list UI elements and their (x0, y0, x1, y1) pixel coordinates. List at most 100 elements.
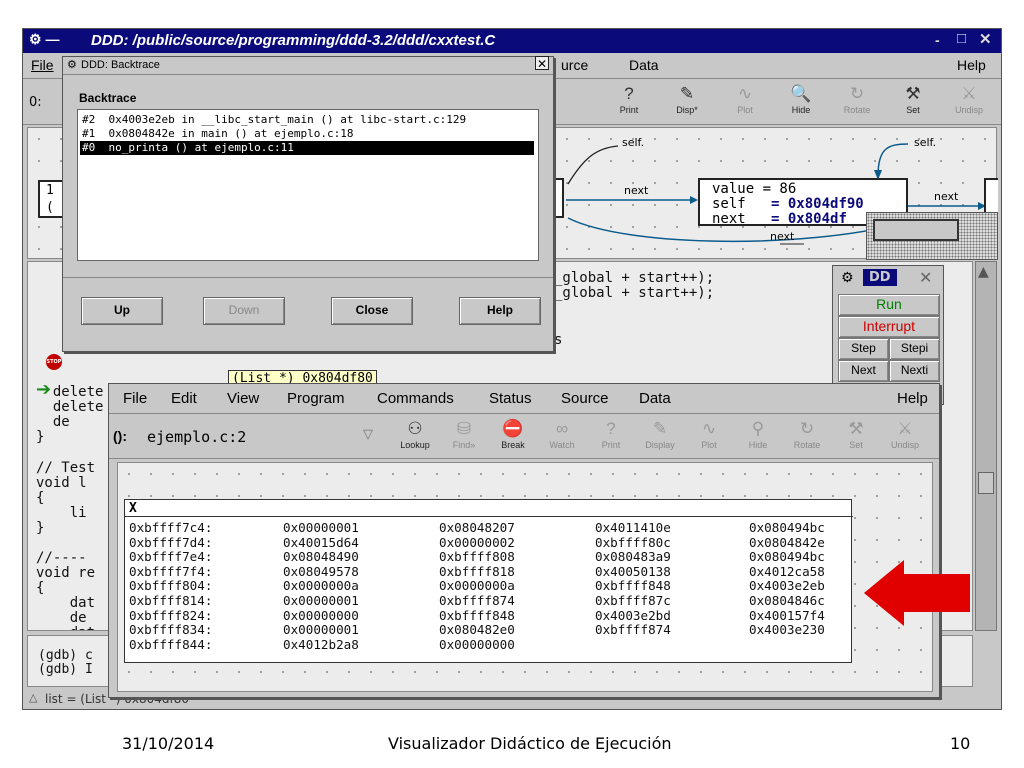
backtrace-list[interactable]: #2 0x4003e2eb in __libc_start_main () at… (77, 109, 539, 261)
memory-word: 0x40050138 (595, 563, 671, 579)
next-button[interactable]: Next (838, 360, 889, 382)
watch-icon: ∞ (555, 419, 569, 438)
rotate-icon: ↻ (799, 419, 815, 438)
memory-word: 0xbffff80c (595, 534, 671, 550)
panner[interactable] (866, 212, 998, 260)
backtrace-frame[interactable]: #1 0x0804842e in main () at ejemplo.c:18 (80, 127, 534, 141)
backtrace-close-icon[interactable]: ✕ (535, 56, 549, 71)
step-button[interactable]: Step (838, 338, 889, 360)
memory-word: 0x00000000 (283, 607, 359, 623)
break-icon: ⛔ (502, 419, 524, 438)
help-button[interactable]: Help (459, 297, 541, 325)
front-menu-bar: File Edit View Program Commands Status S… (109, 384, 939, 414)
display-button[interactable]: ✎ Disp* (663, 81, 711, 123)
memory-address: 0xbffff7e4: (129, 549, 213, 565)
close-button[interactable]: Close (331, 297, 413, 325)
front-menu-status[interactable]: Status (489, 390, 532, 407)
source-scrollbar[interactable]: ▲ (975, 261, 997, 631)
argument-dropdown-icon[interactable]: ▽ (363, 427, 373, 442)
memory-word: 0x08048490 (283, 549, 359, 565)
memory-word: 0x4012ca58 (749, 563, 825, 579)
hide-button[interactable]: 🔍 Hide (777, 81, 825, 123)
front-menu-commands[interactable]: Commands (377, 390, 454, 407)
break-button[interactable]: ⛔ Break (489, 416, 537, 458)
scroll-up-icon[interactable]: ▲ (978, 264, 989, 280)
menu-help[interactable]: Help (957, 57, 986, 73)
interrupt-button[interactable]: Interrupt (838, 316, 940, 338)
menu-source[interactable]: urce (561, 57, 588, 73)
stop-sign-icon[interactable]: STOP (46, 354, 62, 370)
main-title-bar[interactable]: ⚙ — DDD: /public/source/programming/ddd-… (23, 29, 1001, 53)
plot-button[interactable]: ∿ Plot (721, 81, 769, 123)
footer-title: Visualizador Didáctico de Ejecución (388, 734, 672, 753)
memory-row: 0xbffff814: 0x00000001 0xbffff874 0xbffff87… (113, 593, 853, 608)
down-button[interactable]: Down (203, 297, 285, 325)
command-tool-close-icon[interactable]: ✕ (919, 268, 932, 287)
set-button[interactable]: ⚒ Set (832, 416, 880, 458)
memory-display[interactable]: X 0xbffff7c4: 0x00000001 0x08048207 0x40114… (124, 499, 853, 663)
backtrace-heading: Backtrace (79, 91, 137, 105)
undisp-button[interactable]: ⚔ Undisp (881, 416, 929, 458)
rotate-button[interactable]: ↻ Rotate (833, 81, 881, 123)
command-tool-icon: ⚙ (841, 270, 854, 286)
memory-word: 0x0804842e (749, 534, 825, 550)
set-icon: ⚒ (848, 419, 864, 438)
nexti-button[interactable]: Nexti (889, 360, 940, 382)
set-button[interactable]: ⚒ Set (889, 81, 937, 123)
print-button[interactable]: ? Print (605, 81, 653, 123)
window-menu-icon[interactable]: ⚙ — (29, 31, 59, 48)
memory-word: 0x00000001 (283, 520, 359, 535)
hide-icon: ⚲ (751, 419, 765, 438)
front-menu-data[interactable]: Data (639, 390, 671, 407)
backtrace-frame[interactable]: #2 0x4003e2eb in __libc_start_main () at… (80, 113, 534, 127)
memory-word: 0xbffff874 (595, 622, 671, 638)
memory-word: 0x08048207 (439, 520, 515, 535)
front-data-area[interactable]: X 0xbffff7c4: 0x00000001 0x08048207 0x40114… (117, 462, 933, 692)
rotate-icon: ↻ (849, 84, 865, 103)
memory-row: 0xbffff7e4: 0x08048490 0xbffff808 0x080483a… (113, 549, 853, 565)
status-triangle-icon: △ (29, 691, 38, 704)
close-icon[interactable]: ✕ (979, 30, 992, 48)
scroll-thumb[interactable] (978, 472, 994, 494)
display-button[interactable]: ✎ Display (636, 416, 684, 458)
undisp-icon: ⚔ (961, 84, 977, 103)
memory-address: 0xbffff814: (129, 593, 213, 608)
print-button[interactable]: ? Print (587, 416, 635, 458)
memory-word: 0x40015d64 (283, 534, 359, 550)
backtrace-titlebar[interactable]: ⚙ DDD: Backtrace ✕ (63, 56, 553, 75)
hide-button[interactable]: ⚲ Hide (734, 416, 782, 458)
front-menu-edit[interactable]: Edit (171, 390, 197, 407)
front-menu-help[interactable]: Help (897, 390, 928, 407)
argument-input[interactable]: ejemplo.c:2 (143, 423, 363, 451)
run-button[interactable]: Run (838, 294, 940, 316)
backtrace-title: DDD: Backtrace (81, 59, 160, 71)
rotate-button[interactable]: ↻ Rotate (783, 416, 831, 458)
front-toolbar: (): ejemplo.c:2 ▽ ⚇ Lookup ⛁ Find» ⛔ Break ∞ Wa… (109, 415, 939, 459)
stepi-button[interactable]: Stepi (889, 338, 940, 360)
next-edge-label: next (624, 184, 649, 197)
front-menu-program[interactable]: Program (287, 390, 345, 407)
undisp-button[interactable]: ⚔ Undisp (945, 81, 993, 123)
memory-row: 0xbffff7d4: 0x40015d64 0x00000002 0xbffff80… (113, 534, 853, 550)
command-tool-title: DD (863, 269, 897, 286)
watch-button[interactable]: ∞ Watch (538, 416, 586, 458)
footer-date: 31/10/2014 (122, 734, 215, 753)
front-menu-source[interactable]: Source (561, 390, 609, 407)
command-tool-titlebar[interactable]: ⚙ DD ✕ (833, 266, 943, 292)
menu-data[interactable]: Data (629, 57, 659, 73)
memory-word: 0x4003e2bd (595, 607, 671, 623)
front-menu-view[interactable]: View (227, 390, 259, 407)
front-menu-file[interactable]: File (123, 390, 147, 407)
source-right-fragment: _global + start++); _global + start++); … (554, 270, 715, 348)
menu-file[interactable]: File (31, 57, 54, 73)
lookup-button[interactable]: ⚇ Lookup (391, 416, 439, 458)
plot-button[interactable]: ∿ Plot (685, 416, 733, 458)
memory-word: 0xbffff818 (439, 563, 515, 579)
backtrace-frame[interactable]: #0 no_printa () at ejemplo.c:11 (80, 141, 534, 155)
memory-row: 0xbffff804: 0x0000000a 0x0000000a 0xbffff84… (113, 578, 853, 593)
minimize-icon[interactable]: - (935, 32, 940, 48)
up-button[interactable]: Up (81, 297, 163, 325)
memory-word: 0xbffff808 (439, 549, 515, 565)
find-button[interactable]: ⛁ Find» (440, 416, 488, 458)
maximize-icon[interactable]: □ (957, 30, 966, 47)
